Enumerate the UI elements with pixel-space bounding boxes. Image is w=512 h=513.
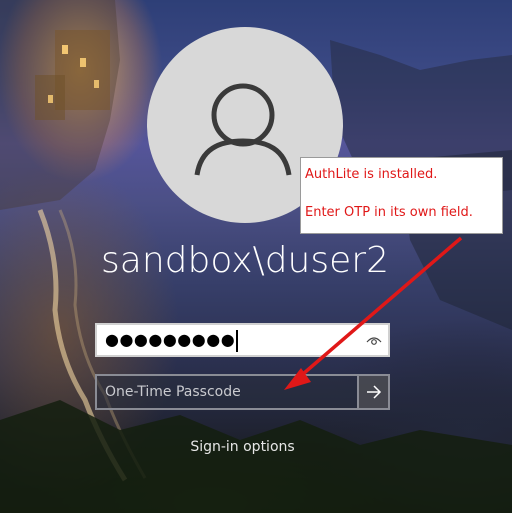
password-field[interactable]: ●●●●●●●●● — [95, 323, 390, 357]
password-value: ●●●●●●●●● — [105, 328, 239, 352]
eye-icon[interactable] — [366, 333, 382, 347]
otp-placeholder: One-Time Passcode — [105, 384, 241, 400]
text-caret — [236, 329, 239, 352]
sign-in-options-link[interactable]: Sign-in options — [150, 439, 335, 455]
arrow-right-icon — [367, 385, 382, 399]
otp-field[interactable]: One-Time Passcode — [95, 374, 390, 410]
annotation-callout: AuthLite is installed. Enter OTP in its … — [300, 157, 503, 234]
submit-button[interactable] — [357, 376, 388, 408]
username-label: sandbox\duser2 — [101, 240, 389, 281]
annotation-line-1: AuthLite is installed. — [305, 167, 438, 182]
annotation-line-2: Enter OTP in its own field. — [305, 205, 473, 220]
